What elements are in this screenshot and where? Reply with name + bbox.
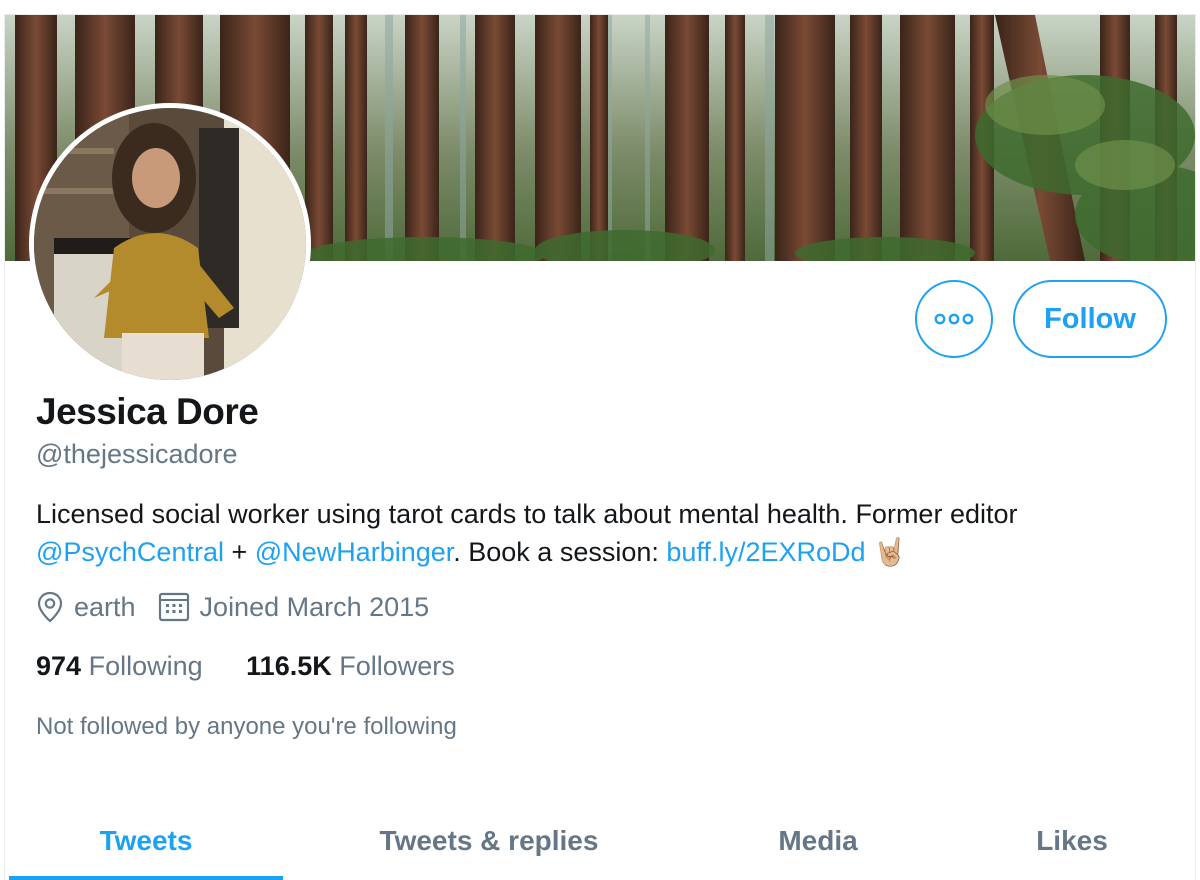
bio-book-text: . Book a session: <box>453 537 667 567</box>
following-stat[interactable]: 974 Following <box>36 651 203 681</box>
following-count: 974 <box>36 651 82 681</box>
profile-stats: 974 Following 116.5K Followers <box>36 651 455 682</box>
rock-hand-emoji: 🤘🏼 <box>873 537 907 567</box>
location-pin-icon <box>36 591 64 623</box>
bio-plus-text: + <box>223 537 255 567</box>
active-tab-indicator <box>9 876 283 880</box>
profile-meta: earth Joined March 2015 <box>36 591 429 623</box>
mention-psychcentral[interactable]: @PsychCentral <box>36 537 224 567</box>
following-label: Following <box>88 651 203 681</box>
tab-likes[interactable]: Likes <box>965 801 1179 880</box>
tab-tweets-and-replies[interactable]: Tweets & replies <box>311 801 667 880</box>
profile-card: Follow Jessica Dore @thejessicadore Lice… <box>4 14 1196 880</box>
bio-line-1: Licensed social worker using tarot cards… <box>36 499 1018 529</box>
tab-tweets[interactable]: Tweets <box>9 801 283 880</box>
bio-line-2: @PsychCentral + @NewHarbinger. Book a se… <box>36 533 1166 571</box>
follow-button[interactable]: Follow <box>1013 280 1167 358</box>
location-text: earth <box>74 591 136 622</box>
more-horizontal-icon <box>934 313 974 325</box>
profile-avatar[interactable] <box>29 103 311 385</box>
profile-name: Jessica Dore <box>36 391 259 432</box>
followers-count: 116.5K <box>246 651 332 681</box>
mention-newharbinger[interactable]: @NewHarbinger <box>255 537 454 567</box>
bio-url-link[interactable]: buff.ly/2EXRoDd <box>666 537 865 567</box>
more-options-button[interactable] <box>915 280 993 358</box>
joined-date-text: Joined March 2015 <box>199 591 430 622</box>
calendar-icon <box>158 591 190 623</box>
followers-label: Followers <box>339 651 455 681</box>
tab-media[interactable]: Media <box>695 801 941 880</box>
followers-stat[interactable]: 116.5K Followers <box>246 651 455 681</box>
profile-handle: @thejessicadore <box>36 439 238 469</box>
mutual-followers-notice: Not followed by anyone you're following <box>36 713 457 740</box>
profile-bio: Licensed social worker using tarot cards… <box>36 495 1166 571</box>
